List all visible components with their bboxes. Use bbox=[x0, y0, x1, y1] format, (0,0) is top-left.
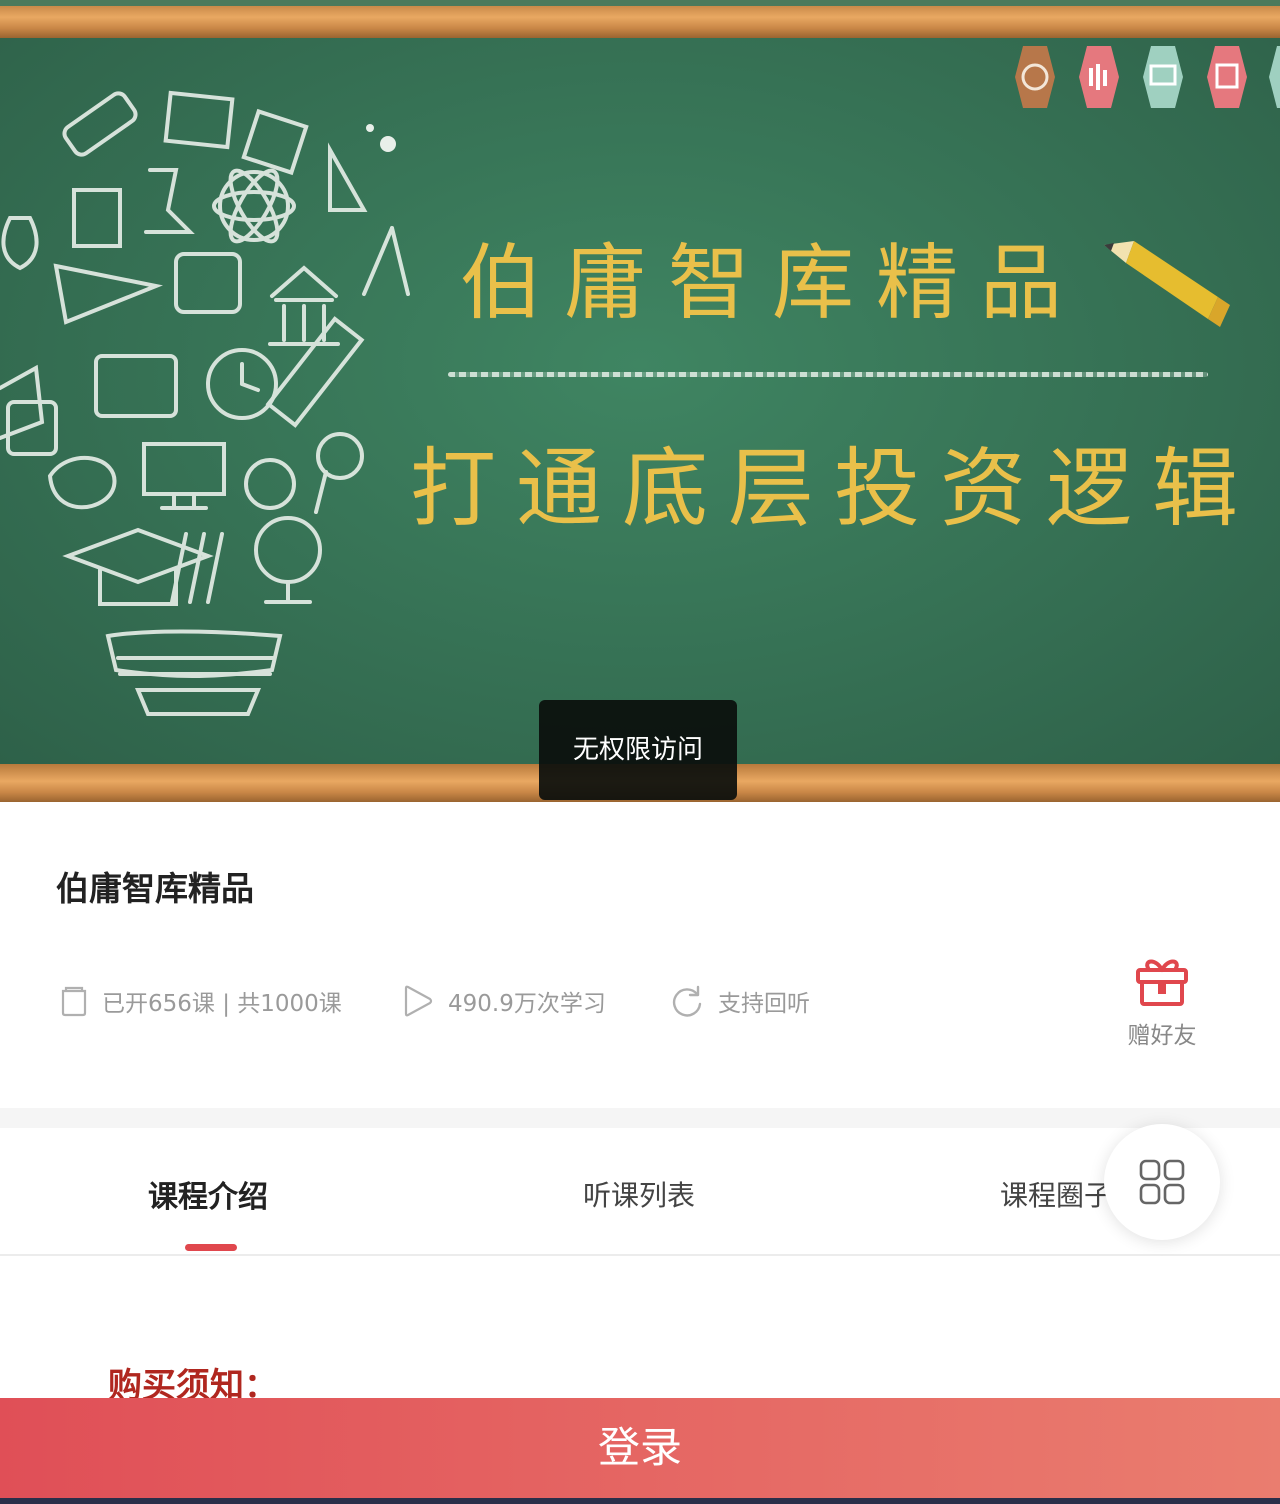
login-button[interactable]: 登录 bbox=[0, 1398, 1280, 1504]
banner-headline: 伯庸智库精品 bbox=[460, 236, 1085, 331]
menu-floating-button[interactable] bbox=[1104, 1124, 1220, 1240]
hexagon-badges-decoration bbox=[1015, 46, 1280, 108]
pencil-icon bbox=[1104, 241, 1230, 327]
banner-subline: 打通底层投资逻辑 bbox=[410, 439, 1258, 539]
refresh-icon bbox=[672, 985, 702, 1017]
tab-course-circle[interactable]: 课程圈子 bbox=[1000, 1174, 1112, 1214]
lessons-count: 已开656课 | 共1000课 bbox=[60, 982, 342, 1020]
tab-lesson-list[interactable]: 听课列表 bbox=[583, 1174, 695, 1214]
replay-support: 支持回听 bbox=[670, 982, 810, 1020]
gift-icon bbox=[1136, 959, 1188, 1006]
no-access-toast: 无权限访问 bbox=[539, 700, 737, 800]
play-icon bbox=[404, 985, 433, 1017]
tab-course-intro[interactable]: 课程介绍 bbox=[148, 1172, 268, 1216]
no-access-text: 无权限访问 bbox=[572, 735, 703, 765]
chalk-divider-line bbox=[448, 372, 1208, 377]
study-count: 490.9万次学习 bbox=[402, 982, 606, 1020]
replay-support-text: 支持回听 bbox=[718, 991, 810, 1017]
lightbulb-icons-illustration bbox=[0, 90, 410, 716]
grid-icon bbox=[1139, 1159, 1185, 1205]
active-tab-indicator bbox=[185, 1244, 237, 1251]
lessons-count-text: 已开656课 | 共1000课 bbox=[102, 991, 342, 1017]
course-banner: 伯庸智库精品 打通底层投资逻辑 无权限访问 bbox=[0, 0, 1280, 802]
study-count-text: 490.9万次学习 bbox=[448, 991, 606, 1017]
gift-friend-label: 赠好友 bbox=[1127, 1023, 1197, 1049]
gift-friend-button[interactable]: 赠好友 bbox=[1124, 956, 1200, 1050]
chalkboard-frame-top bbox=[0, 0, 1280, 38]
course-title: 伯庸智库精品 bbox=[56, 869, 254, 908]
section-divider bbox=[0, 1108, 1280, 1128]
course-tabs: 课程介绍 听课列表 课程圈子 bbox=[0, 1128, 1280, 1256]
document-icon bbox=[61, 986, 87, 1017]
